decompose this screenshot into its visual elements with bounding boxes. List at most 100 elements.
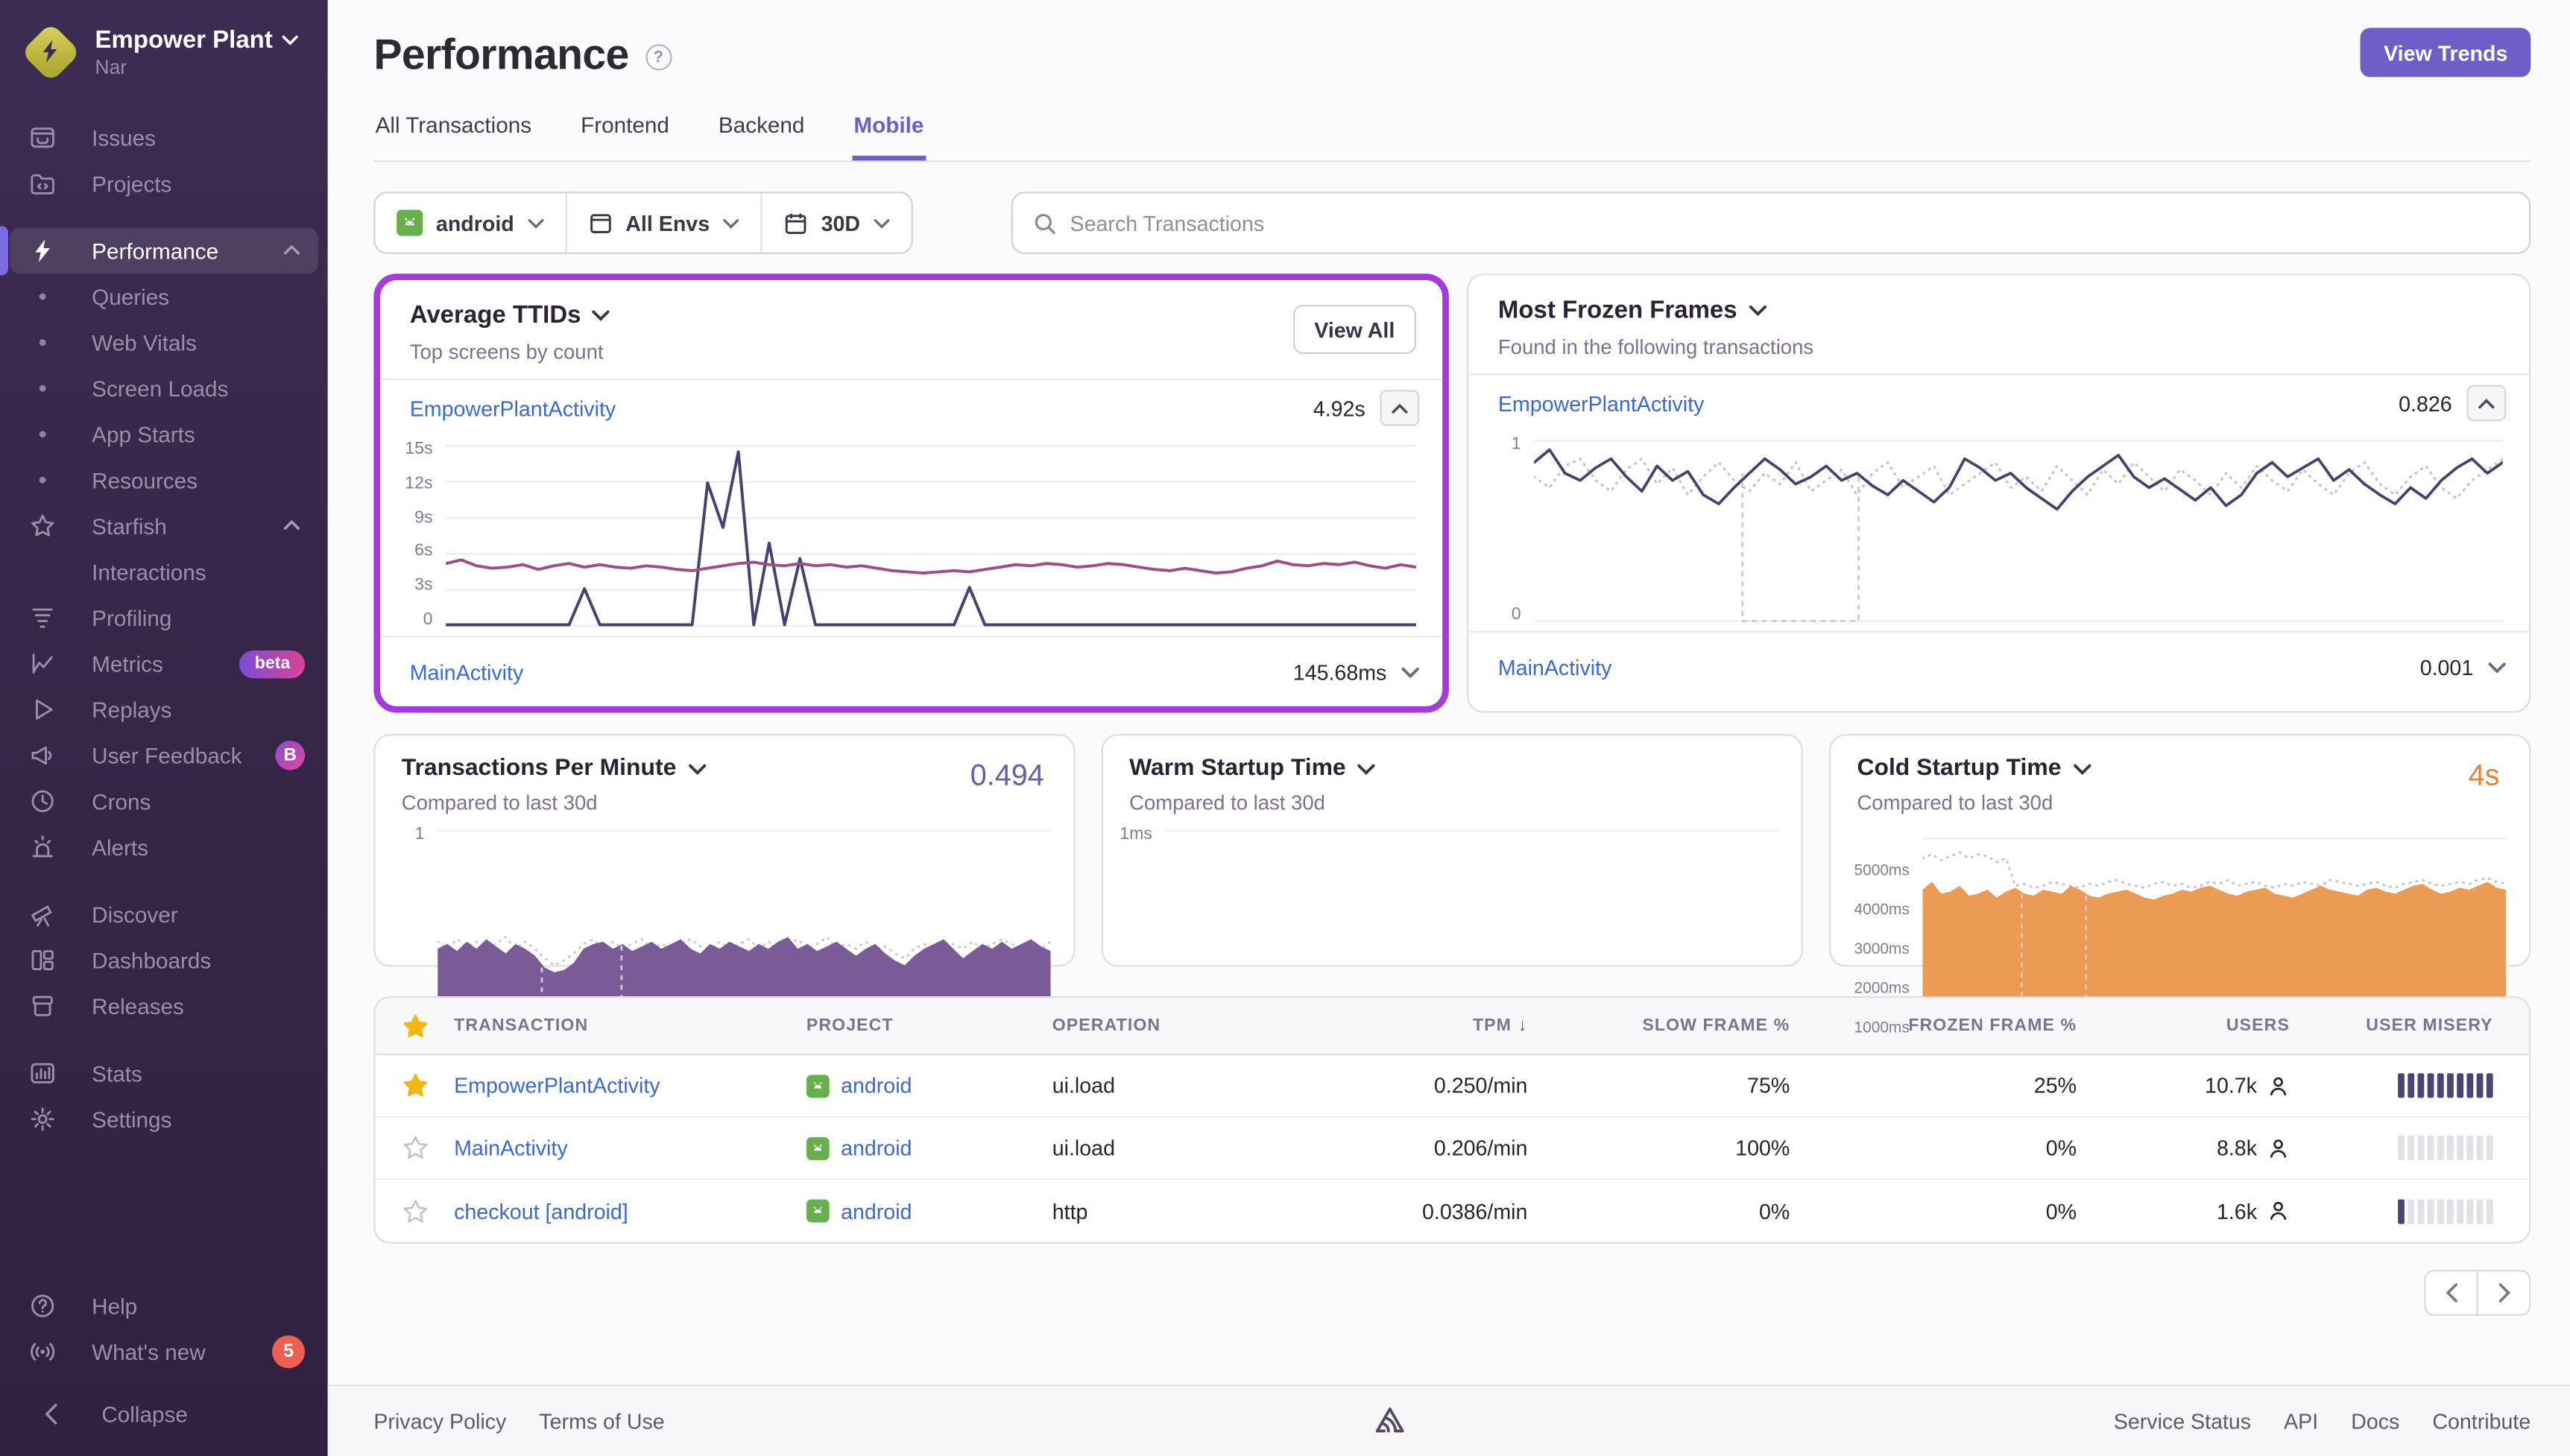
sidebar-item-dashboards[interactable]: Dashboards — [10, 937, 318, 984]
column-header-users[interactable]: USERS — [2077, 1016, 2290, 1035]
view-trends-button[interactable]: View Trends — [2361, 28, 2531, 77]
search-box — [1011, 192, 2531, 254]
project-cell[interactable]: android — [806, 1136, 1052, 1160]
chevron-down-icon — [1357, 763, 1375, 774]
sidebar-item-projects[interactable]: Projects — [10, 161, 318, 207]
transaction-link[interactable]: EmpowerPlantActivity — [410, 396, 616, 420]
transaction-link[interactable]: EmpowerPlantActivity — [1498, 390, 1704, 415]
footer-link-contribute[interactable]: Contribute — [2432, 1409, 2530, 1434]
search-input[interactable] — [1070, 210, 2510, 235]
sidebar-item-performance[interactable]: Performance — [0, 226, 318, 276]
row-star-toggle[interactable] — [376, 1197, 455, 1224]
column-header-tpm[interactable]: TPM ↓ — [1315, 1016, 1528, 1035]
sidebar-item-replays[interactable]: Replays — [10, 686, 318, 732]
frozen-bottom-row: MainActivity 0.001 — [1468, 633, 2529, 701]
sidebar-item-app-starts[interactable]: App Starts — [10, 411, 318, 458]
chevron-left-icon — [2445, 1283, 2457, 1303]
sentry-org-logo — [42, 39, 57, 63]
page-header: Performance ? View Trends All Transactio… — [328, 0, 2570, 162]
user-misery-cell — [2290, 1198, 2529, 1224]
tab-all-transactions[interactable]: All Transactions — [373, 113, 533, 161]
warm-startup-title-dropdown[interactable]: Warm Startup Time — [1129, 756, 1775, 782]
operation-cell: ui.load — [1052, 1135, 1115, 1160]
next-page-button[interactable] — [2476, 1270, 2531, 1316]
sidebar-item-settings[interactable]: Settings — [10, 1096, 318, 1142]
sidebar-item-crons[interactable]: Crons — [10, 779, 318, 825]
sidebar-item-user-feedback[interactable]: User Feedback B — [10, 732, 318, 779]
bullet-icon — [39, 293, 46, 300]
footer-link-api[interactable]: API — [2284, 1409, 2318, 1434]
sidebar-item-stats[interactable]: Stats — [10, 1051, 318, 1097]
date-range-filter[interactable]: 30D — [760, 193, 911, 253]
footer-link-service-status[interactable]: Service Status — [2114, 1409, 2251, 1434]
view-all-button[interactable]: View All — [1292, 305, 1416, 354]
expand-row-button[interactable] — [2488, 661, 2506, 673]
transaction-link[interactable]: checkout [android] — [454, 1199, 628, 1224]
previous-page-button[interactable] — [2424, 1270, 2478, 1316]
average-ttids-card: Average TTIDs Top screens by count View … — [373, 273, 1449, 713]
y-axis-tick: 1 — [414, 824, 425, 844]
sidebar-item-web-vitals[interactable]: Web Vitals — [10, 320, 318, 366]
frozen-frames-title-dropdown[interactable]: Most Frozen Frames — [1498, 297, 2500, 324]
page-footer: Privacy Policy Terms of Use Service Statu… — [327, 1384, 2570, 1456]
tab-mobile[interactable]: Mobile — [852, 113, 926, 161]
footer-link-privacy-policy[interactable]: Privacy Policy — [373, 1409, 506, 1434]
bullet-icon — [39, 431, 46, 438]
warm-startup-subtitle: Compared to last 30d — [1129, 791, 1325, 814]
transaction-link[interactable]: EmpowerPlantActivity — [454, 1073, 660, 1098]
environment-filter[interactable]: All Envs — [564, 193, 760, 253]
project-cell[interactable]: android — [806, 1199, 1052, 1224]
sidebar-item-interactions[interactable]: Interactions — [10, 549, 318, 595]
column-header-project[interactable]: PROJECT — [806, 1016, 1052, 1035]
project-filter[interactable]: android — [376, 193, 565, 252]
android-icon — [806, 1199, 830, 1223]
column-header-transaction[interactable]: TRANSACTION — [454, 1016, 806, 1035]
sidebar-item-help[interactable]: Help — [10, 1283, 318, 1329]
column-header-slow-frame[interactable]: SLOW FRAME % — [1527, 1016, 1790, 1035]
collapse-row-button[interactable] — [1380, 390, 1420, 426]
footer-right-links: Service Status API Docs Contribute — [2114, 1409, 2530, 1434]
column-header-operation[interactable]: OPERATION — [1052, 1016, 1315, 1035]
sidebar-item-resources[interactable]: Resources — [10, 458, 318, 504]
chevron-up-icon — [283, 520, 300, 531]
help-icon[interactable]: ? — [645, 44, 672, 71]
tab-backend[interactable]: Backend — [717, 113, 806, 161]
star-outline-icon — [402, 1136, 427, 1159]
sidebar-item-profiling[interactable]: Profiling — [10, 595, 318, 641]
frozen-line-chart — [1534, 440, 2503, 622]
expand-row-button[interactable] — [1401, 666, 1419, 678]
transaction-link[interactable]: MainActivity — [1498, 654, 1612, 679]
column-header-user-misery[interactable]: USER MISERY — [2290, 1016, 2529, 1035]
sidebar-item-collapse[interactable]: Collapse — [19, 1391, 308, 1437]
tpm-title-dropdown[interactable]: Transactions Per Minute — [402, 756, 1047, 782]
row-star-toggle[interactable] — [376, 1134, 455, 1162]
transaction-link[interactable]: MainActivity — [410, 659, 524, 684]
average-ttids-subtitle: Top screens by count — [409, 341, 604, 364]
star-column-header[interactable] — [376, 1012, 455, 1039]
sidebar-item-discover[interactable]: Discover — [10, 891, 318, 937]
sidebar-item-screen-loads[interactable]: Screen Loads — [10, 365, 318, 411]
sidebar-collapse-wrap: Collapse — [10, 1391, 318, 1437]
sidebar-item-issues[interactable]: Issues — [10, 115, 318, 161]
y-axis-tick: 1000ms — [1854, 1019, 1910, 1037]
sidebar-item-metrics[interactable]: Metrics beta — [10, 641, 318, 687]
tab-frontend[interactable]: Frontend — [579, 113, 671, 161]
average-ttids-title-dropdown[interactable]: Average TTIDs — [410, 302, 1413, 329]
sidebar-item-releases[interactable]: Releases — [10, 983, 318, 1029]
org-switcher[interactable]: Empower Plant Nar — [0, 0, 328, 93]
footer-link-docs[interactable]: Docs — [2351, 1409, 2399, 1434]
column-header-frozen-frame[interactable]: FROZEN FRAME % — [1790, 1016, 2077, 1035]
filter-bar: android All Envs 30D — [373, 192, 2531, 254]
sidebar-item-what-s-new[interactable]: What's new 5 — [10, 1329, 318, 1375]
project-cell[interactable]: android — [806, 1073, 1052, 1098]
table-header: TRANSACTION PROJECT OPERATION TPM ↓ SLOW FRA… — [375, 998, 2530, 1056]
transaction-link[interactable]: MainActivity — [454, 1136, 568, 1160]
row-star-toggle[interactable] — [376, 1072, 455, 1099]
collapse-row-button[interactable] — [2466, 384, 2507, 422]
cold-startup-title-dropdown[interactable]: Cold Startup Time — [1857, 756, 2502, 782]
chevron-down-icon — [874, 217, 890, 228]
footer-link-terms-of-use[interactable]: Terms of Use — [539, 1409, 664, 1434]
sidebar-item-alerts[interactable]: Alerts — [10, 824, 318, 870]
sidebar-item-queries[interactable]: Queries — [10, 273, 318, 320]
sidebar-item-starfish[interactable]: Starfish — [10, 503, 318, 549]
